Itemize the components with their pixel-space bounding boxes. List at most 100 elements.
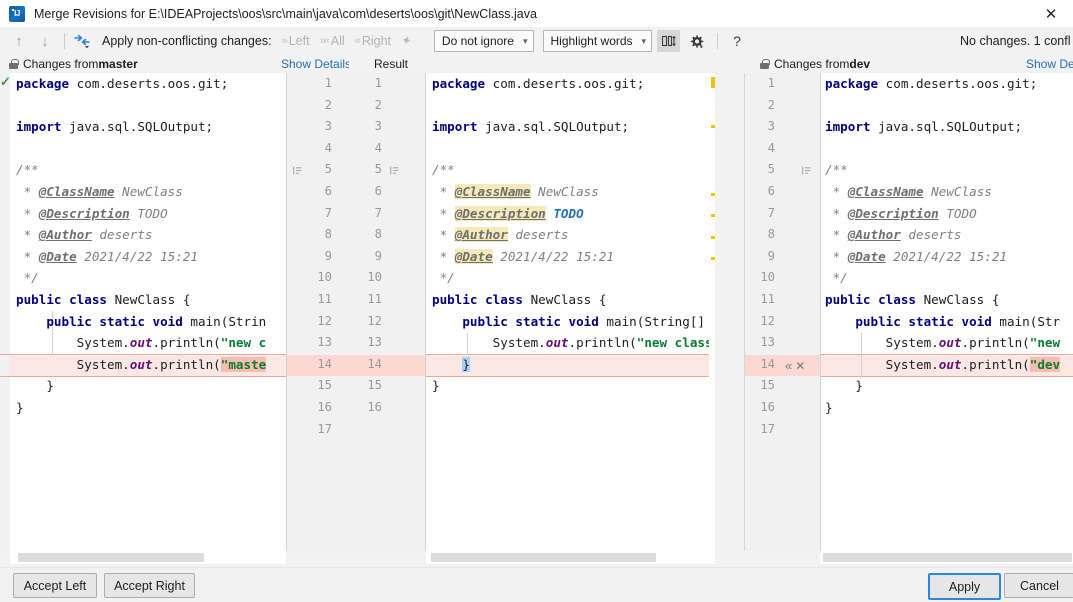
line-number: 11 — [317, 292, 332, 306]
line-number: 2 — [767, 97, 775, 112]
fold-icon-right-col[interactable] — [389, 159, 400, 181]
left-code[interactable]: package com.deserts.oos.git; import java… — [16, 73, 267, 462]
result-pane-header: Result — [374, 55, 408, 73]
line-number: 12 — [367, 313, 382, 328]
result-error-stripe[interactable] — [709, 73, 715, 551]
toolbar: ↑ ↓ Apply non-conflicting changes: » Lef… — [0, 27, 1073, 55]
line-number: 11 — [760, 292, 775, 306]
line-number: 6 — [324, 184, 332, 198]
line-number: 17 — [760, 421, 775, 436]
line-number: 4 — [324, 140, 332, 155]
apply-left-button[interactable]: » Left — [282, 34, 310, 48]
line-number: 9 — [374, 248, 382, 263]
code-line: package com.deserts.oos.git; — [16, 76, 229, 91]
merge-revisions-window: Merge Revisions for E:\IDEAProjects\oos\… — [0, 0, 1073, 602]
divider-center-result — [425, 73, 426, 551]
code-line: */ — [825, 270, 848, 286]
accept-right-conflict-icon[interactable]: « — [785, 359, 792, 372]
merge-status-text: No changes. 1 confl — [960, 34, 1071, 48]
line-number: 1 — [767, 76, 775, 90]
highlight-policy-value: Highlight words — [550, 34, 633, 48]
line-number: 10 — [760, 270, 775, 285]
divider-left-center — [286, 73, 287, 551]
collapse-unchanged-icon[interactable] — [657, 30, 681, 52]
accept-right-button[interactable]: Accept Right — [104, 573, 195, 598]
code-line: /** — [16, 162, 39, 178]
code-line: package com.deserts.oos.git; — [825, 76, 1038, 91]
next-difference-icon[interactable]: ↓ — [32, 28, 58, 54]
close-icon[interactable]: ✕ — [1029, 0, 1073, 27]
code-line: * @Date 2021/4/22 15:21 — [432, 248, 614, 264]
lock-icon — [760, 59, 770, 69]
stripe-marker — [711, 236, 715, 239]
line-number: 15 — [760, 378, 775, 393]
code-line: } — [462, 356, 470, 372]
line-number: 4 — [767, 140, 775, 155]
code-line: * @Description TODO — [432, 205, 584, 221]
accept-left-button[interactable]: Accept Left — [13, 573, 97, 598]
ignore-policy-select[interactable]: Do not ignore ▾ — [433, 30, 534, 52]
line-number: 1 — [374, 76, 382, 90]
code-line: import java.sql.SQLOutput; — [16, 119, 214, 135]
line-number: 5 — [767, 162, 775, 177]
line-number: 4 — [374, 140, 382, 155]
apply-all-label: All — [330, 34, 345, 48]
apply-all-button[interactable]: »« All — [320, 34, 345, 48]
line-number: 11 — [367, 292, 382, 306]
code-line: * @ClassName NewClass — [432, 184, 599, 199]
result-editor-pane[interactable]: package com.deserts.oos.git; import java… — [426, 73, 715, 551]
revert-conflict-icon[interactable]: ✕ — [795, 360, 805, 372]
fold-icon-left-col[interactable] — [292, 159, 303, 181]
right-editor-pane[interactable]: package com.deserts.oos.git; import java… — [820, 73, 1073, 551]
result-pane-title: Result — [374, 57, 409, 71]
result-code[interactable]: package com.deserts.oos.git; import java… — [432, 73, 715, 440]
magic-resolve-icon[interactable]: ✦ — [399, 32, 414, 50]
right-code[interactable]: package com.deserts.oos.git; import java… — [825, 73, 1061, 462]
line-number: 14 — [317, 356, 332, 371]
apply-right-button[interactable]: « Right — [355, 34, 391, 48]
apply-button[interactable]: Apply — [928, 573, 1001, 600]
right-show-details-link[interactable]: Show Deta — [1026, 57, 1073, 71]
code-line: public class NewClass { — [432, 292, 607, 307]
code-line: System.out.println("new class" — [492, 335, 715, 351]
help-icon[interactable]: ? — [724, 28, 750, 54]
settings-gear-icon[interactable] — [685, 30, 708, 52]
line-number: 13 — [367, 335, 382, 350]
right-hscrollbar-thumb[interactable] — [823, 553, 1072, 562]
line-number: 5 — [324, 162, 332, 177]
line-number: 10 — [367, 270, 382, 285]
code-line: public static void main(String[] a — [462, 313, 715, 329]
line-number: 17 — [317, 421, 332, 436]
cancel-button[interactable]: Cancel — [1004, 573, 1073, 598]
left-hscrollbar-thumb[interactable] — [18, 553, 204, 562]
right-branch-name: dev — [849, 57, 871, 71]
line-number: 15 — [317, 378, 332, 393]
highlight-policy-select[interactable]: Highlight words ▾ — [542, 30, 653, 52]
result-hscrollbar-track[interactable] — [426, 551, 715, 564]
apply-left-label: Left — [288, 34, 310, 48]
code-line: public static void main(Strin — [46, 313, 267, 329]
result-hscrollbar-thumb[interactable] — [431, 553, 656, 562]
code-line: * @Date 2021/4/22 15:21 — [825, 248, 1007, 264]
line-number: 7 — [324, 205, 332, 220]
fold-icon-right-gutter[interactable] — [801, 159, 812, 181]
apply-all-changes-icon[interactable] — [71, 30, 93, 52]
toolbar-divider-2 — [717, 33, 719, 49]
title-bar: Merge Revisions for E:\IDEAProjects\oos\… — [0, 0, 1073, 28]
code-line: System.out.println("new c — [76, 335, 267, 351]
line-number: 8 — [374, 227, 382, 242]
code-line: */ — [432, 270, 455, 286]
left-editor-pane[interactable]: ✓ package com.deserts.oos.git; import ja… — [0, 73, 286, 551]
right-conflict-marks[interactable]: « ✕ — [785, 355, 805, 377]
right-hscrollbar-track[interactable] — [820, 551, 1073, 564]
previous-difference-icon[interactable]: ↑ — [6, 28, 32, 54]
stripe-marker — [711, 125, 715, 128]
ignore-policy-value: Do not ignore — [441, 34, 514, 48]
left-show-details-link[interactable]: Show Details — [281, 57, 349, 71]
left-hscrollbar-track[interactable] — [10, 551, 286, 564]
line-number: 2 — [374, 97, 382, 112]
line-number: 1 — [324, 76, 332, 90]
